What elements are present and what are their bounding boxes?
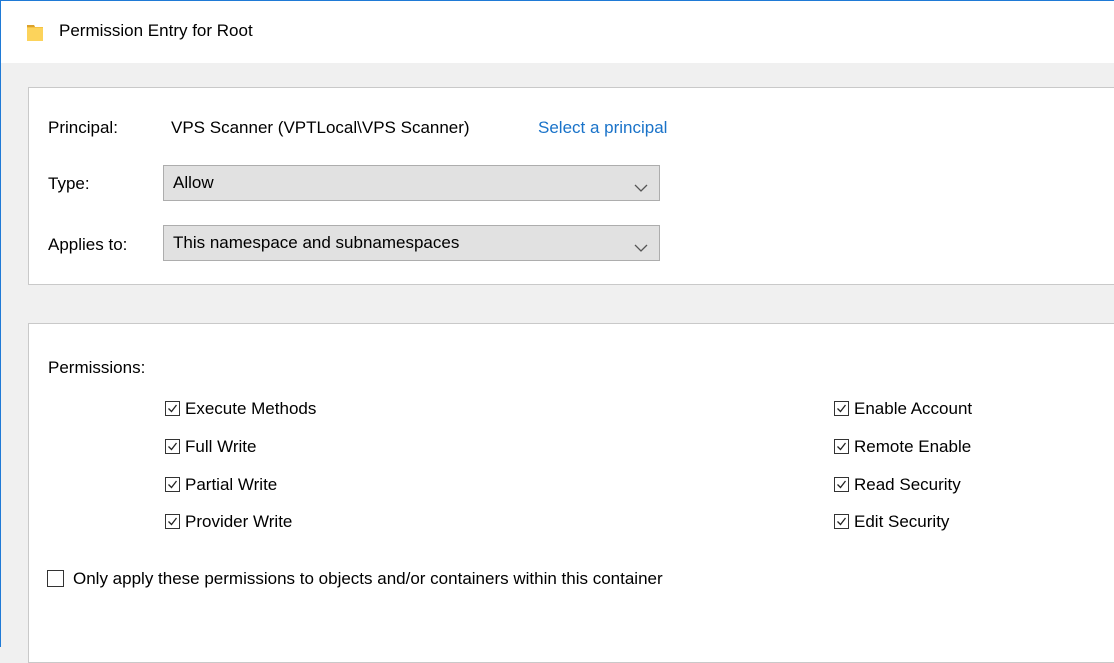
checkbox[interactable] xyxy=(834,401,849,416)
permission-label: Execute Methods xyxy=(185,399,317,418)
applies-to-dropdown-value: This namespace and subnamespaces xyxy=(173,233,460,252)
type-dropdown-value: Allow xyxy=(173,173,214,192)
checkbox[interactable] xyxy=(165,439,180,454)
checkbox[interactable] xyxy=(834,439,849,454)
permission-label: Provider Write xyxy=(185,512,293,531)
window-title: Permission Entry for Root xyxy=(59,21,253,40)
checkbox[interactable] xyxy=(165,514,180,529)
checkbox[interactable] xyxy=(834,477,849,492)
chevron-down-icon xyxy=(634,238,648,252)
permissions-label: Permissions: xyxy=(48,358,146,377)
principal-label: Principal: xyxy=(48,118,118,137)
checkbox[interactable] xyxy=(165,477,180,492)
permission-label: Enable Account xyxy=(854,399,973,418)
checkbox[interactable] xyxy=(47,570,64,587)
applies-to-label: Applies to: xyxy=(48,235,128,254)
chevron-down-icon xyxy=(634,178,648,192)
permissions-panel: Permissions: Execute Methods Full Write … xyxy=(28,323,1114,663)
applies-to-dropdown[interactable]: This namespace and subnamespaces xyxy=(163,225,660,261)
principal-value: VPS Scanner (VPTLocal\VPS Scanner) xyxy=(171,118,470,137)
permission-label: Full Write xyxy=(185,437,257,456)
permission-label: Read Security xyxy=(854,475,961,494)
checkbox[interactable] xyxy=(834,514,849,529)
folder-icon xyxy=(27,23,43,41)
checkbox[interactable] xyxy=(165,401,180,416)
title-bar: Permission Entry for Root xyxy=(1,1,1114,63)
principal-panel: Principal: VPS Scanner (VPTLocal\VPS Sca… xyxy=(28,87,1114,285)
permission-label: Partial Write xyxy=(185,475,278,494)
select-principal-link[interactable]: Select a principal xyxy=(538,118,667,138)
permission-entry-window: Permission Entry for Root Principal: VPS… xyxy=(0,0,1114,663)
type-label: Type: xyxy=(48,174,90,193)
only-apply-label: Only apply these permissions to objects … xyxy=(73,569,663,588)
permission-label: Remote Enable xyxy=(854,437,972,456)
permission-label: Edit Security xyxy=(854,512,950,531)
type-dropdown[interactable]: Allow xyxy=(163,165,660,201)
